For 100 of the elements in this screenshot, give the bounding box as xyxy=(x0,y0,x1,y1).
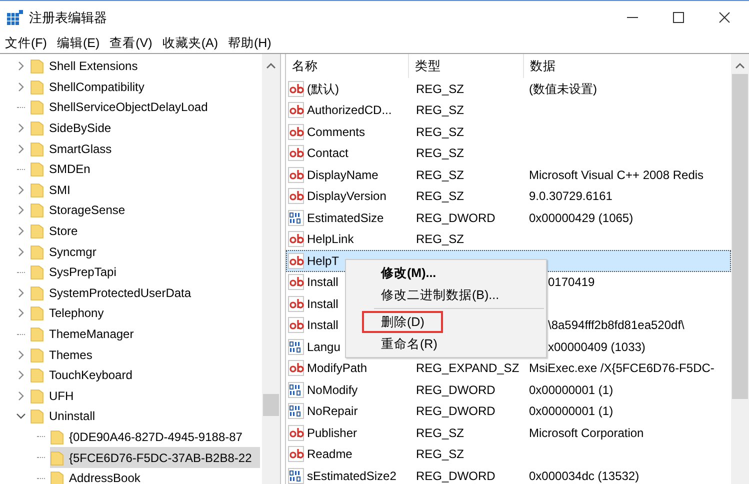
tree-line xyxy=(37,436,45,438)
table-cell-text: EstimatedSize xyxy=(307,210,384,227)
table-cell: (数值未设置) xyxy=(529,82,597,96)
table-cell: REG_SZ xyxy=(416,232,464,246)
table-cell: REG_SZ xyxy=(416,168,464,182)
column-header[interactable]: 类型 xyxy=(409,54,524,78)
table-cell: REG_DWORD xyxy=(416,468,496,483)
window-title: 注册表编辑器 xyxy=(29,8,107,27)
scroll-up-icon[interactable] xyxy=(266,62,276,70)
chevron-right-icon[interactable] xyxy=(17,370,25,380)
column-header[interactable]: 数据 xyxy=(524,54,731,78)
chevron-right-icon[interactable] xyxy=(17,246,25,257)
chevron-right-icon[interactable] xyxy=(17,288,25,298)
tree-item[interactable]: {5FCE6D76-F5DC-37AB-B2B8-22 xyxy=(50,447,260,468)
scroll-up-icon[interactable] xyxy=(735,62,745,70)
tree-item[interactable]: TouchKeyboard xyxy=(30,364,140,386)
chevron-right-icon[interactable] xyxy=(17,390,25,401)
table-cell: REG_DWORD xyxy=(416,210,496,225)
folder-icon xyxy=(30,78,44,95)
chevron-down-icon[interactable] xyxy=(16,412,26,420)
menu-option[interactable]: 删除(D) xyxy=(362,311,444,333)
menu-item[interactable]: 查看(V) xyxy=(104,34,158,53)
tree-item[interactable]: ThemeManager xyxy=(30,324,142,344)
menu-item[interactable]: 文件(F) xyxy=(0,34,52,53)
tree-item[interactable]: ShellServiceObjectDelayLoad xyxy=(30,97,216,118)
folder-icon xyxy=(30,202,44,218)
table-cell: 0x00000001 (1) xyxy=(529,404,614,418)
folder-icon xyxy=(30,346,44,363)
string-value-icon xyxy=(288,252,304,269)
chevron-right-icon[interactable] xyxy=(17,61,25,72)
menu-option[interactable]: 修改二进制数据(B)... xyxy=(362,284,518,306)
tree-item[interactable]: ShellCompatibility xyxy=(30,76,152,98)
table-cell-text: Install xyxy=(307,274,338,292)
table-cell-text: DisplayName xyxy=(307,166,378,184)
tree-item[interactable]: SystemProtectedUserData xyxy=(30,282,200,304)
tree-item[interactable]: StorageSense xyxy=(30,200,134,221)
binary-value-icon xyxy=(288,403,304,420)
string-value-icon xyxy=(288,360,304,376)
folder-icon xyxy=(30,99,44,116)
tree-item[interactable]: AddressBook xyxy=(50,468,148,484)
folder-icon xyxy=(30,140,44,157)
table-cell: REG_SZ xyxy=(416,124,464,139)
string-value-icon xyxy=(288,102,304,118)
table-cell: REG_SZ xyxy=(416,447,464,462)
tree-item[interactable]: SMDEn xyxy=(30,158,98,180)
string-value-icon xyxy=(288,446,304,462)
tree-item[interactable]: Store xyxy=(30,220,86,242)
tree-item[interactable]: SideBySide xyxy=(30,118,120,138)
scroll-thumb[interactable] xyxy=(263,394,279,416)
table-cell-text: ModifyPath xyxy=(307,360,368,378)
tree-item[interactable]: {0DE90A46-827D-4945-9188-87 xyxy=(50,426,250,448)
tree-line xyxy=(37,457,45,458)
tree-item[interactable]: Telephony xyxy=(30,303,112,324)
string-value-icon xyxy=(288,231,304,248)
table-cell: x00000409 (1033) xyxy=(548,340,646,354)
list-scrollbar[interactable] xyxy=(731,54,749,484)
string-value-icon xyxy=(288,296,304,312)
folder-icon xyxy=(30,408,44,424)
menu-option[interactable]: 修改(M)... xyxy=(362,262,456,284)
binary-value-icon xyxy=(288,210,304,226)
table-cell-text: sEstimatedSize2 xyxy=(307,468,396,484)
folder-icon xyxy=(30,284,44,301)
table-cell-text: AuthorizedCD... xyxy=(307,102,392,120)
table-cell: REG_EXPAND_SZ xyxy=(416,361,520,376)
chevron-right-icon[interactable] xyxy=(17,82,25,92)
maximize-icon xyxy=(672,12,684,23)
close-icon xyxy=(718,12,730,23)
tree-item[interactable]: Shell Extensions xyxy=(30,56,146,77)
column-header[interactable]: 名称 xyxy=(286,54,409,78)
scroll-thumb[interactable] xyxy=(732,74,748,399)
menu-item[interactable]: 编辑(E) xyxy=(52,34,105,53)
tree-line xyxy=(17,106,25,108)
tree-item[interactable]: SysPrepTapi xyxy=(30,262,124,283)
tree-scrollbar[interactable] xyxy=(262,54,280,484)
folder-icon xyxy=(30,223,44,240)
menu-item[interactable]: 收藏夹(A) xyxy=(157,34,223,53)
folder-icon xyxy=(30,326,44,342)
tree-item[interactable]: UFH xyxy=(30,386,82,406)
tree-item[interactable]: Syncmgr xyxy=(30,241,104,262)
menu-option[interactable]: 重命名(R) xyxy=(362,333,456,355)
chevron-right-icon[interactable] xyxy=(17,350,25,360)
tree-item[interactable]: SmartGlass xyxy=(30,138,120,159)
folder-icon xyxy=(30,161,44,178)
table-cell: Microsoft Corporation xyxy=(529,426,644,440)
table-cell: 0x000034dc (13532) xyxy=(529,468,640,483)
chevron-right-icon[interactable] xyxy=(17,184,25,195)
chevron-right-icon[interactable] xyxy=(17,123,25,134)
chevron-right-icon[interactable] xyxy=(17,144,25,154)
chevron-right-icon[interactable] xyxy=(17,226,25,236)
table-cell: 9.0.30729.6161 xyxy=(529,189,612,204)
string-value-icon xyxy=(288,80,304,97)
menu-item[interactable]: 帮助(H) xyxy=(222,34,276,53)
tree-item[interactable]: SMI xyxy=(30,180,78,200)
table-cell: REG_DWORD xyxy=(416,382,496,397)
chevron-right-icon[interactable] xyxy=(17,205,25,216)
tree-item[interactable]: Themes xyxy=(30,344,100,365)
string-value-icon xyxy=(288,424,304,441)
tree-item[interactable]: Uninstall xyxy=(30,406,104,427)
chevron-right-icon[interactable] xyxy=(17,308,25,318)
binary-value-icon xyxy=(288,382,304,398)
